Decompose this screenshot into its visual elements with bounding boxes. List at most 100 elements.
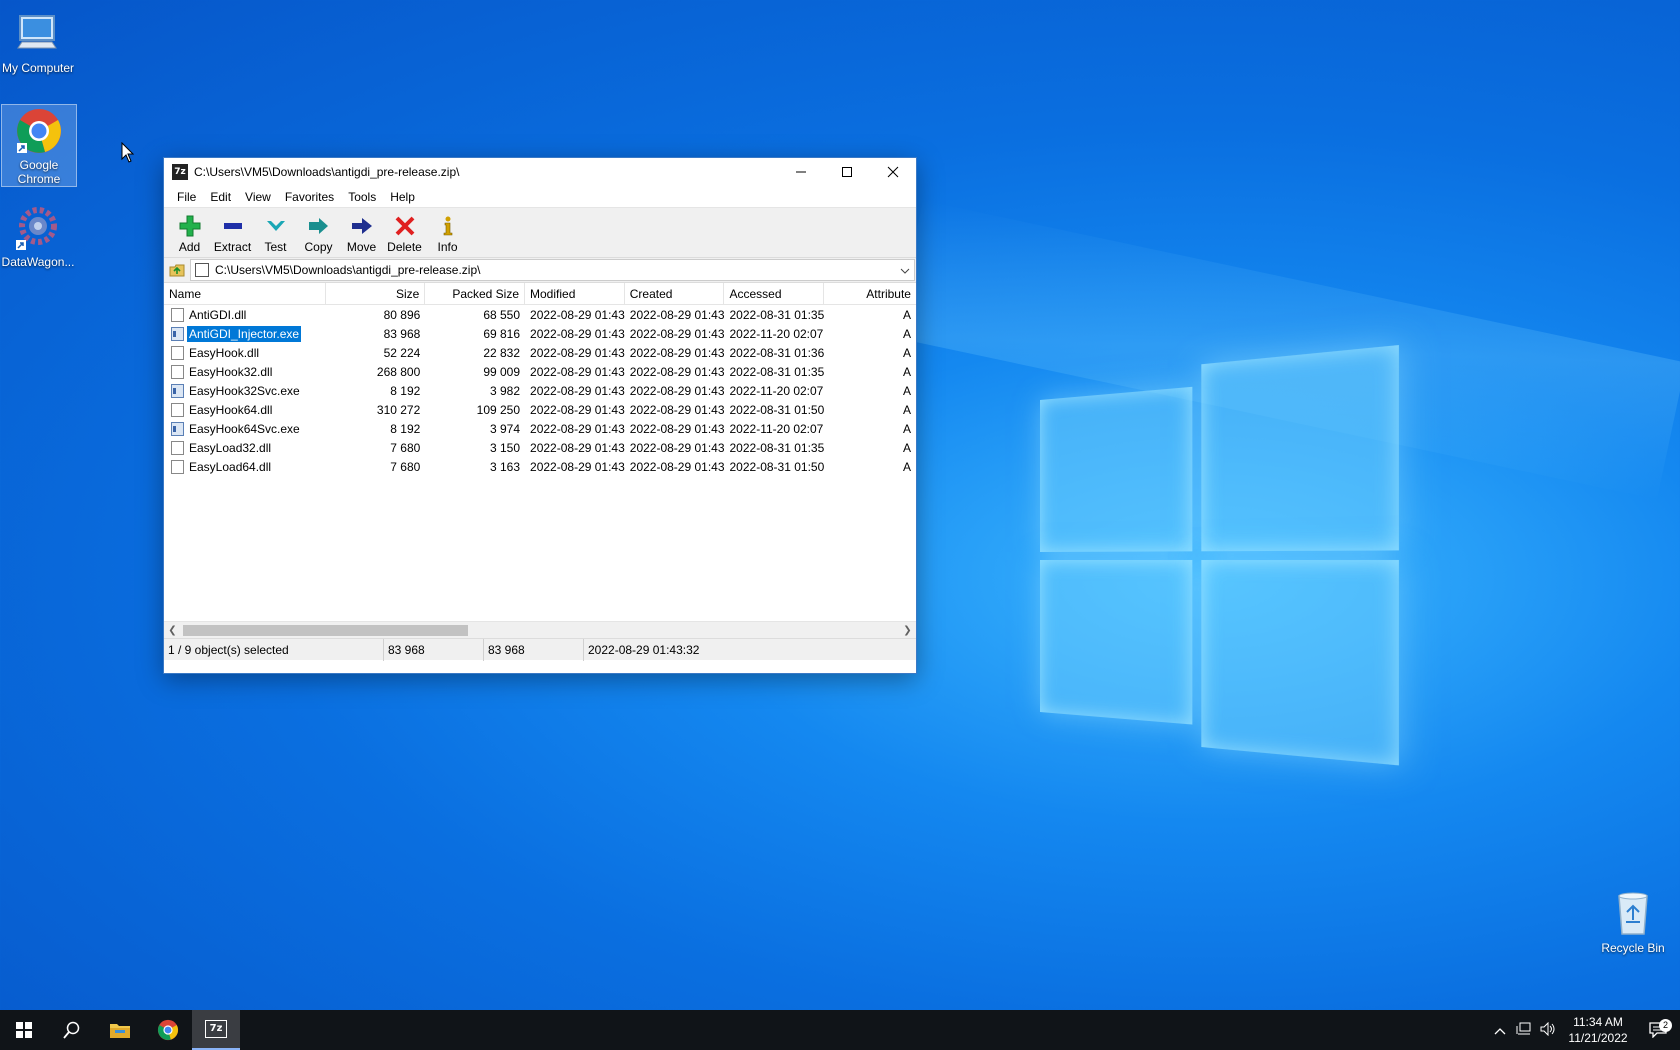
action-center-button[interactable]: 2 (1636, 1019, 1680, 1038)
file-name: EasyHook32.dll (189, 364, 273, 379)
horizontal-scrollbar[interactable]: ❮ ❯ (164, 621, 916, 638)
cell-size: 7 680 (390, 459, 421, 474)
scroll-left-icon[interactable]: ❮ (164, 625, 181, 636)
menu-view[interactable]: View (238, 190, 278, 204)
test-button[interactable]: Test (254, 208, 297, 257)
cell-name: EasyLoad64.dll (164, 459, 326, 475)
cell-created: 2022-08-29 01:43 (629, 459, 725, 474)
cell-name: AntiGDI_Injector.exe (164, 325, 326, 342)
file-name: EasyHook64Svc.exe (189, 421, 300, 436)
cell-size: 83 968 (383, 326, 421, 341)
cell-attribute: A (902, 307, 911, 322)
cell-name: AntiGDI.dll (164, 307, 326, 323)
table-row[interactable]: EasyHook32Svc.exe 8 192 3 982 2022-08-29 01… (164, 381, 916, 400)
scroll-thumb[interactable] (183, 624, 468, 636)
file-list-header: Name Size Packed Size Modified Created A… (164, 282, 916, 305)
start-button[interactable] (0, 1010, 48, 1050)
scroll-track[interactable] (181, 623, 899, 638)
system-tray: 11:34 AM 11/21/2022 2 (1488, 1010, 1680, 1050)
info-button[interactable]: Info (426, 208, 469, 257)
cell-accessed: 2022-08-31 01:36 (729, 345, 825, 360)
status-selection: 1 / 9 object(s) selected (164, 638, 384, 661)
cell-attribute: A (902, 345, 911, 360)
desktop-icon-google-chrome[interactable]: Google Chrome (1, 104, 77, 187)
desktop-icon-my-computer[interactable]: My Computer (0, 10, 76, 75)
dll-file-icon (171, 307, 184, 322)
cell-created: 2022-08-29 01:43 (629, 421, 725, 436)
chevron-up-icon (1494, 1027, 1506, 1034)
table-row[interactable]: EasyHook64Svc.exe 8 192 3 974 2022-08-29 01… (164, 419, 916, 438)
table-row[interactable]: EasyHook64.dll 310 272 109 250 2022-08-29 0… (164, 400, 916, 419)
cell-name: EasyHook32Svc.exe (164, 383, 326, 399)
volume-button[interactable] (1536, 1021, 1560, 1039)
close-button[interactable] (870, 158, 916, 186)
column-header-name[interactable]: Name (164, 282, 326, 305)
column-header-attribute[interactable]: Attribute (824, 283, 916, 305)
window-titlebar[interactable]: 7z C:\Users\VM5\Downloads\antigdi_pre-re… (164, 158, 916, 186)
menu-file[interactable]: File (170, 190, 203, 204)
extract-button[interactable]: Extract (211, 208, 254, 257)
show-hidden-icons-button[interactable] (1488, 1023, 1512, 1038)
taskbar-file-explorer[interactable] (96, 1010, 144, 1050)
menu-edit[interactable]: Edit (203, 190, 238, 204)
cell-attribute: A (902, 402, 911, 417)
table-row[interactable]: AntiGDI_Injector.exe 83 968 69 816 2022-08-… (164, 324, 916, 343)
move-button[interactable]: Move (340, 208, 383, 257)
dll-file-icon (171, 440, 184, 455)
cell-created: 2022-08-29 01:43 (629, 364, 725, 379)
cell-created: 2022-08-29 01:43 (629, 307, 725, 322)
scroll-right-icon[interactable]: ❯ (899, 625, 916, 636)
cell-packed-size: 109 250 (476, 402, 521, 417)
maximize-button[interactable] (824, 158, 870, 186)
file-name: AntiGDI.dll (189, 307, 247, 322)
cell-accessed: 2022-08-31 01:50 (729, 402, 825, 417)
exe-file-icon (171, 383, 184, 398)
taskbar-7zip[interactable]: 7z (192, 1010, 240, 1050)
notification-count-badge: 2 (1659, 1019, 1672, 1032)
table-row[interactable]: EasyLoad64.dll 7 680 3 163 2022-08-29 01:43… (164, 457, 916, 476)
table-row[interactable]: AntiGDI.dll 80 896 68 550 2022-08-29 01:43 2… (164, 305, 916, 324)
search-button[interactable] (48, 1010, 96, 1050)
add-button[interactable]: Add (168, 208, 211, 257)
column-header-size[interactable]: Size (326, 282, 426, 305)
column-header-created[interactable]: Created (625, 282, 725, 305)
column-header-packed-size[interactable]: Packed Size (425, 282, 526, 305)
table-row[interactable]: EasyLoad32.dll 7 680 3 150 2022-08-29 01:43… (164, 438, 916, 457)
folder-icon (110, 1024, 130, 1038)
plus-icon (178, 214, 202, 238)
sevenzip-window: 7z C:\Users\VM5\Downloads\antigdi_pre-re… (163, 157, 917, 674)
cell-modified: 2022-08-29 01:43 (530, 421, 625, 436)
cell-modified: 2022-08-29 01:43 (530, 459, 625, 474)
desktop-icon-datawagon[interactable]: DataWagon... (0, 204, 76, 269)
cell-accessed: 2022-08-31 01:50 (729, 459, 825, 474)
sevenzip-app-icon: 7z (172, 164, 188, 180)
menu-help[interactable]: Help (383, 190, 422, 204)
copy-button[interactable]: Copy (297, 208, 340, 257)
file-name: EasyHook32Svc.exe (189, 383, 300, 398)
taskbar-chrome[interactable] (144, 1010, 192, 1050)
desktop-icon-label: DataWagon... (1, 255, 75, 269)
cell-attribute: A (902, 421, 911, 436)
table-row[interactable]: EasyHook.dll 52 224 22 832 2022-08-29 01:43… (164, 343, 916, 362)
taskbar-clock[interactable]: 11:34 AM 11/21/2022 (1560, 1014, 1636, 1046)
dll-file-icon (171, 345, 184, 360)
dll-file-icon (171, 459, 184, 474)
delete-button[interactable]: Delete (383, 208, 426, 257)
chrome-icon (157, 1019, 179, 1041)
menu-tools[interactable]: Tools (341, 190, 383, 204)
minimize-button[interactable] (778, 158, 824, 186)
desktop-icon-recycle-bin[interactable]: Recycle Bin (1595, 890, 1671, 955)
menu-bar: File Edit View Favorites Tools Help (164, 186, 916, 208)
address-dropdown-button[interactable] (896, 263, 914, 277)
cell-packed-size: 3 974 (490, 421, 521, 436)
exe-file-icon (171, 326, 184, 341)
cell-packed-size: 22 832 (483, 345, 521, 360)
address-field[interactable]: C:\Users\VM5\Downloads\antigdi_pre-relea… (190, 259, 915, 281)
menu-favorites[interactable]: Favorites (278, 190, 341, 204)
network-button[interactable] (1512, 1022, 1536, 1039)
speaker-icon (1540, 1021, 1555, 1036)
column-header-accessed[interactable]: Accessed (724, 282, 825, 305)
column-header-modified[interactable]: Modified (525, 282, 625, 305)
table-row[interactable]: EasyHook32.dll 268 800 99 009 2022-08-29 01… (164, 362, 916, 381)
up-folder-button[interactable] (164, 259, 190, 281)
